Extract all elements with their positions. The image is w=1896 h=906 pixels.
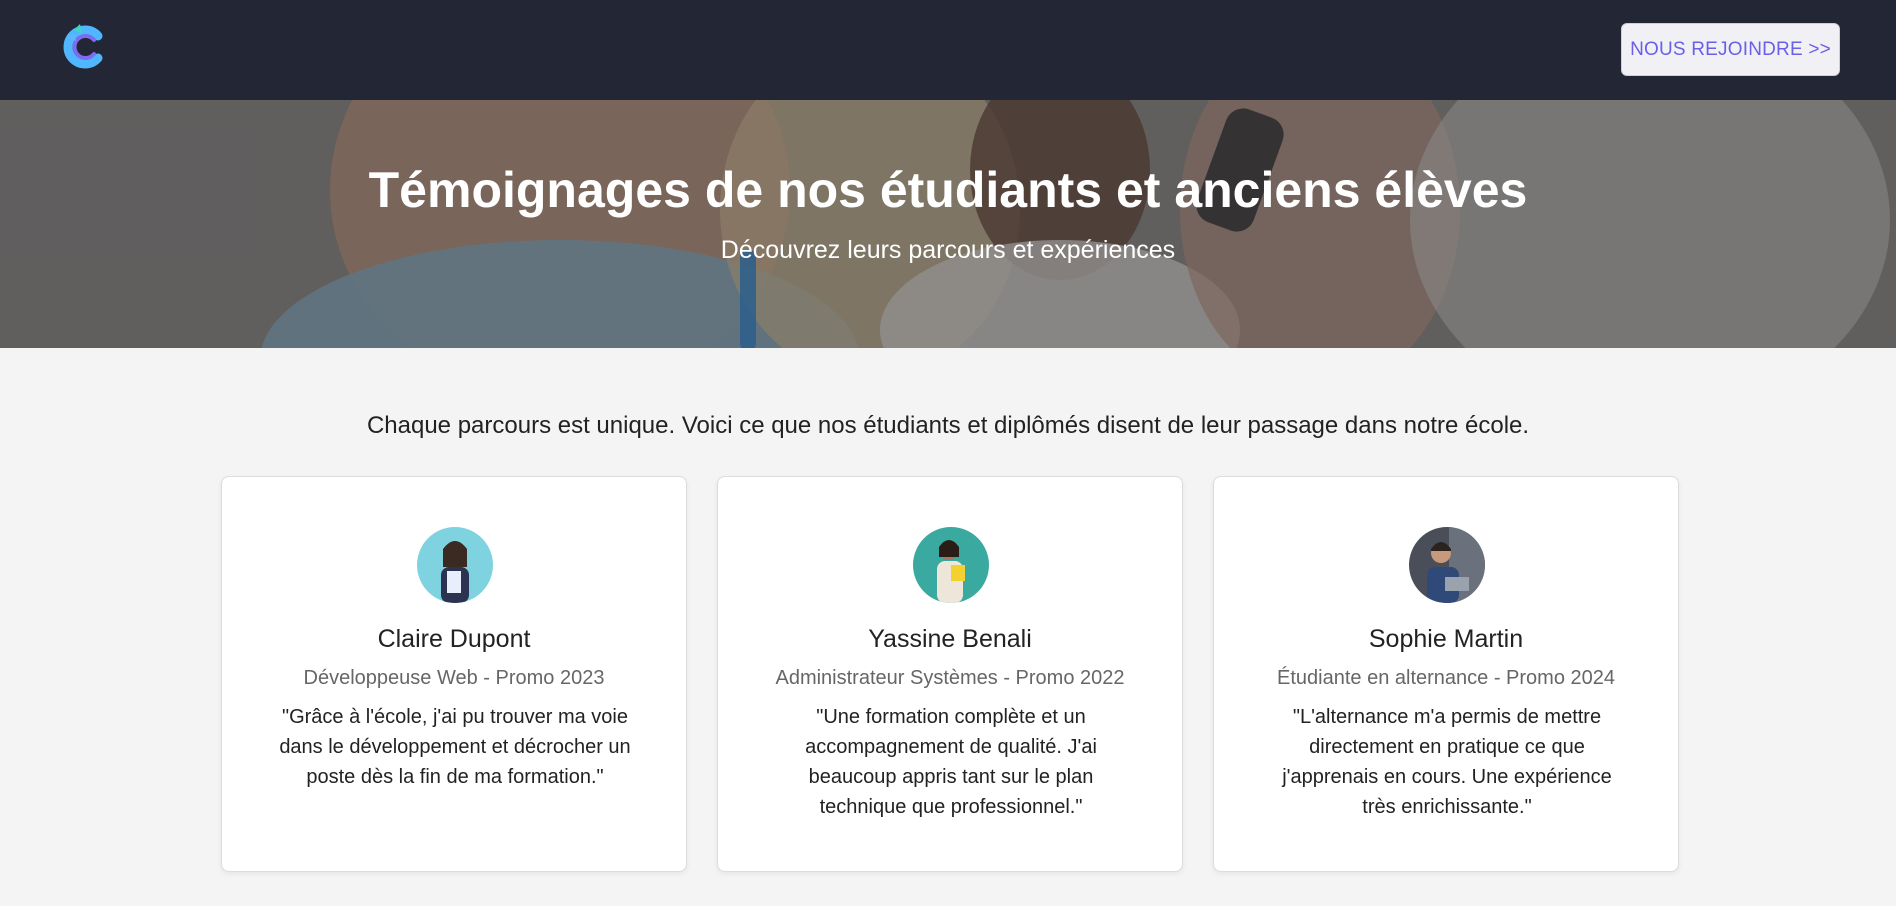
testimonial-card: Claire Dupont Développeuse Web - Promo 2… [221,476,687,872]
testimonial-quote: "L'alternance m'a permis de mettre direc… [1282,706,1612,818]
testimonial-role: Administrateur Systèmes - Promo 2022 [775,667,1125,689]
testimonial-name: Yassine Benali [868,625,1032,653]
hero-banner [0,100,1896,348]
join-us-button[interactable]: NOUS REJOINDRE >> [1621,23,1840,76]
avatar [913,527,989,603]
testimonial-quote: "Grâce à l'école, j'ai pu trouver ma voi… [279,706,631,788]
testimonial-role: Développeuse Web - Promo 2023 [303,667,605,689]
hero-overlay [0,100,1896,348]
testimonial-card: Yassine Benali Administrateur Systèmes -… [717,476,1183,872]
intro-text: Chaque parcours est unique. Voici ce que… [366,412,1530,439]
testimonial-name: Sophie Martin [1368,625,1524,653]
c-logo-icon[interactable] [60,22,110,72]
hero-subtitle: Découvrez leurs parcours et expériences [720,236,1176,264]
testimonial-name: Claire Dupont [377,625,531,653]
avatar [417,527,493,603]
testimonial-quote: "Une formation complète et un accompagne… [805,706,1097,818]
testimonial-role: Étudiante en alternance - Promo 2024 [1277,667,1615,689]
navbar: NOUS REJOINDRE >> [0,0,1896,100]
testimonial-card: Sophie Martin Étudiante en alternance - … [1213,476,1679,872]
avatar [1409,527,1485,603]
hero-title: Témoignages de nos étudiants et anciens … [368,162,1528,218]
